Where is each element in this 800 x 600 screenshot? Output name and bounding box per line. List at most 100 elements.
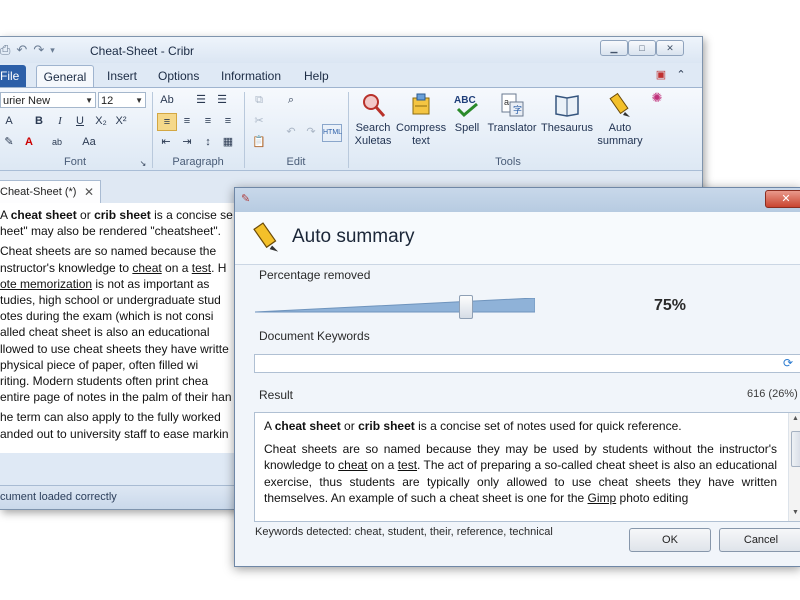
shrink-font-icon[interactable]: A <box>0 113 18 129</box>
editor-link[interactable]: cheat <box>132 261 161 275</box>
result-link[interactable]: Gimp <box>588 491 617 505</box>
bold-button[interactable]: B <box>30 113 48 129</box>
result-text-bold: cheat sheet <box>274 419 341 433</box>
group-label-font: Font <box>63 156 86 168</box>
find-icon[interactable]: ⌕ <box>282 92 300 108</box>
chevron-down-icon: ▼ <box>135 96 143 105</box>
translator-button[interactable]: a字 Translator <box>486 92 538 135</box>
editor-text: anded out to university staff to ease ma… <box>0 426 229 441</box>
result-text: is a concise set of notes used for quick… <box>414 419 682 433</box>
copy-icon[interactable]: ⧉ <box>250 92 268 108</box>
indent-icon[interactable]: ⇥ <box>178 134 196 150</box>
result-label: Result <box>259 388 294 402</box>
result-link[interactable]: cheat <box>338 458 367 472</box>
close-icon[interactable]: ✕ <box>84 181 94 203</box>
spell-button[interactable]: ABC Spell <box>450 92 484 135</box>
change-case-icon[interactable]: ab <box>48 134 66 150</box>
compress-icon <box>412 93 430 115</box>
close-button[interactable]: ✕ <box>656 40 684 56</box>
tab-general[interactable]: General <box>36 65 94 88</box>
bullet-list-icon[interactable]: ☰ <box>192 92 210 108</box>
scroll-up-icon[interactable]: ▲ <box>792 415 799 422</box>
slider-thumb[interactable] <box>459 295 473 319</box>
editor-text: otes during the exam (which is not consi <box>0 309 214 324</box>
dialog-header: Auto summary <box>235 212 800 265</box>
align-right-button[interactable]: ≡ <box>199 113 217 129</box>
tab-information[interactable]: Information <box>221 65 281 87</box>
subscript-button[interactable]: X₂ <box>92 113 110 129</box>
minimize-button[interactable]: ▁ <box>600 40 628 56</box>
print-icon[interactable]: ⎙ <box>0 42 10 58</box>
font-size-change-icon[interactable]: Aa <box>80 134 98 150</box>
ok-button[interactable]: OK <box>629 528 711 552</box>
font-size-combo[interactable]: 12 ▼ <box>98 92 146 108</box>
font-color-icon[interactable]: A <box>20 134 38 150</box>
compress-text-button[interactable]: Compress text <box>396 92 446 148</box>
html-icon[interactable]: HTML <box>322 124 342 142</box>
result-text: A <box>264 419 275 433</box>
tab-options[interactable]: Options <box>158 65 199 87</box>
status-text: cument loaded correctly <box>0 491 117 503</box>
pencil-icon <box>253 222 279 252</box>
style-icon[interactable]: Ab <box>158 92 176 108</box>
line-spacing-icon[interactable]: ↕ <box>199 134 217 150</box>
thesaurus-icon <box>555 95 579 117</box>
italic-button[interactable]: I <box>51 113 69 129</box>
scroll-down-icon[interactable]: ▼ <box>792 509 799 516</box>
undo-icon[interactable]: ↶ <box>282 124 300 140</box>
pin-ribbon-icon[interactable]: ▣ <box>652 67 670 83</box>
superscript-button[interactable]: X² <box>112 113 130 129</box>
tool-label: Translator <box>487 122 537 134</box>
customize-dropdown-icon[interactable]: ▾ <box>50 45 55 58</box>
dialog-launcher-icon[interactable]: ↘ <box>134 156 152 172</box>
keywords-input[interactable] <box>254 354 800 373</box>
document-tab[interactable]: Cheat-Sheet (*) ✕ <box>0 180 101 203</box>
document-editor[interactable]: A cheat sheet or crib sheet is a concise… <box>0 203 236 453</box>
borders-icon[interactable]: ▦ <box>219 134 237 150</box>
cut-icon[interactable]: ✂ <box>250 113 268 129</box>
outdent-icon[interactable]: ⇤ <box>157 134 175 150</box>
align-left-button[interactable]: ≡ <box>157 113 177 131</box>
result-text-area[interactable]: A cheat sheet or crib sheet is a concise… <box>254 412 800 522</box>
extra-tool-icon[interactable]: ✺ <box>648 90 666 106</box>
ribbon: urier New ▼ 12 ▼ A B I U X₂ X² ✎ A ab Aa… <box>0 87 702 171</box>
result-link[interactable]: test <box>398 458 417 472</box>
window-title: Cheat-Sheet - Cribr <box>90 44 195 58</box>
dialog-close-button[interactable]: ✕ <box>765 190 800 208</box>
editor-link[interactable]: ote memorization <box>0 277 92 291</box>
justify-button[interactable]: ≡ <box>219 113 237 129</box>
percentage-slider[interactable] <box>255 298 535 314</box>
align-center-button[interactable]: ≡ <box>178 113 196 129</box>
editor-link[interactable]: test <box>192 261 211 275</box>
redo-icon[interactable]: ↷ <box>33 42 44 58</box>
undo-icon[interactable]: ↶ <box>16 42 27 58</box>
dialog-title-bar: ✎ ✕ <box>235 188 800 212</box>
maximize-button[interactable]: □ <box>628 40 656 56</box>
paste-icon[interactable]: 📋 <box>250 134 268 150</box>
editor-text: A <box>0 208 11 222</box>
svg-text:字: 字 <box>513 104 522 115</box>
tab-help[interactable]: Help <box>304 65 329 87</box>
highlight-icon[interactable]: ✎ <box>0 134 18 150</box>
font-name-combo[interactable]: urier New ▼ <box>0 92 96 108</box>
editor-text: he term can also apply to the fully work… <box>0 410 221 425</box>
redo-icon[interactable]: ↷ <box>302 124 320 140</box>
scrollbar-thumb[interactable] <box>791 431 800 467</box>
cancel-button[interactable]: Cancel <box>719 528 800 552</box>
editor-text: or <box>76 208 95 222</box>
result-scrollbar[interactable]: ▲ ▼ <box>788 413 800 521</box>
thesaurus-button[interactable]: Thesaurus <box>540 92 594 135</box>
underline-button[interactable]: U <box>71 113 89 129</box>
tab-insert[interactable]: Insert <box>107 65 137 87</box>
refresh-icon[interactable]: ⟳ <box>783 356 793 370</box>
group-separator <box>348 92 349 168</box>
tab-file[interactable]: File <box>0 65 26 87</box>
title-bar: ⎙ ↶ ↷ ▾ Cheat-Sheet - Cribr ▁ □ ✕ <box>0 37 702 63</box>
result-text-bold: crib sheet <box>358 419 415 433</box>
search-xuletas-button[interactable]: Search Xuletas <box>352 92 394 148</box>
numbered-list-icon[interactable]: ☰ <box>213 92 231 108</box>
collapse-ribbon-icon[interactable]: ⌃ <box>672 67 690 83</box>
result-text: photo editing <box>616 491 689 505</box>
font-name-value: urier New <box>3 95 51 107</box>
auto-summary-button[interactable]: Auto summary <box>596 92 644 148</box>
